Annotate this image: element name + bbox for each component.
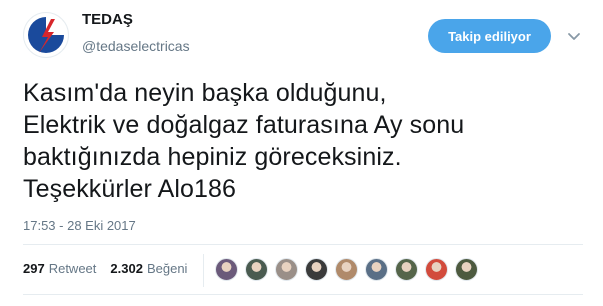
like-count[interactable]: 2.302	[110, 261, 143, 276]
liker-avatar-icon[interactable]	[335, 258, 358, 281]
account-handle[interactable]: @tedaselectricas	[82, 38, 190, 54]
tweet-line: Kasım'da neyin başka olduğunu,	[23, 79, 387, 107]
liker-avatar-icon[interactable]	[215, 258, 238, 281]
tedas-logo-svg	[28, 17, 64, 53]
tweet-line: Teşekkürler Alo186	[23, 175, 237, 203]
liker-avatar-icon[interactable]	[425, 258, 448, 281]
chevron-down-icon[interactable]	[565, 27, 583, 45]
liker-avatars	[215, 258, 485, 281]
following-button[interactable]: Takip ediliyor	[428, 19, 551, 53]
retweet-count[interactable]: 297	[23, 261, 45, 276]
like-label[interactable]: Beğeni	[147, 261, 187, 276]
chevron-down-svg	[568, 33, 580, 40]
divider	[23, 294, 583, 295]
liker-avatar-icon[interactable]	[275, 258, 298, 281]
tweet-line: Elektrik ve doğalgaz faturasına Ay sonu	[23, 111, 465, 139]
tweet-timestamp[interactable]: 17:53 - 28 Eki 2017	[23, 218, 136, 233]
liker-avatar-icon[interactable]	[365, 258, 388, 281]
tedas-logo-icon[interactable]	[23, 12, 69, 58]
liker-avatar-icon[interactable]	[305, 258, 328, 281]
divider	[23, 244, 583, 245]
tweet-text: Kasım'da neyin başka olduğunu, Elektrik …	[23, 77, 583, 205]
liker-avatar-icon[interactable]	[245, 258, 268, 281]
tweet-line: baktığınızda hepiniz göreceksiniz.	[23, 143, 402, 171]
tweet-stats: 297 Retweet 2.302 Beğeni	[23, 261, 201, 276]
liker-avatar-icon[interactable]	[395, 258, 418, 281]
stats-separator	[203, 254, 204, 287]
retweet-label[interactable]: Retweet	[49, 261, 97, 276]
account-name[interactable]: TEDAŞ	[82, 11, 133, 28]
liker-avatar-icon[interactable]	[455, 258, 478, 281]
